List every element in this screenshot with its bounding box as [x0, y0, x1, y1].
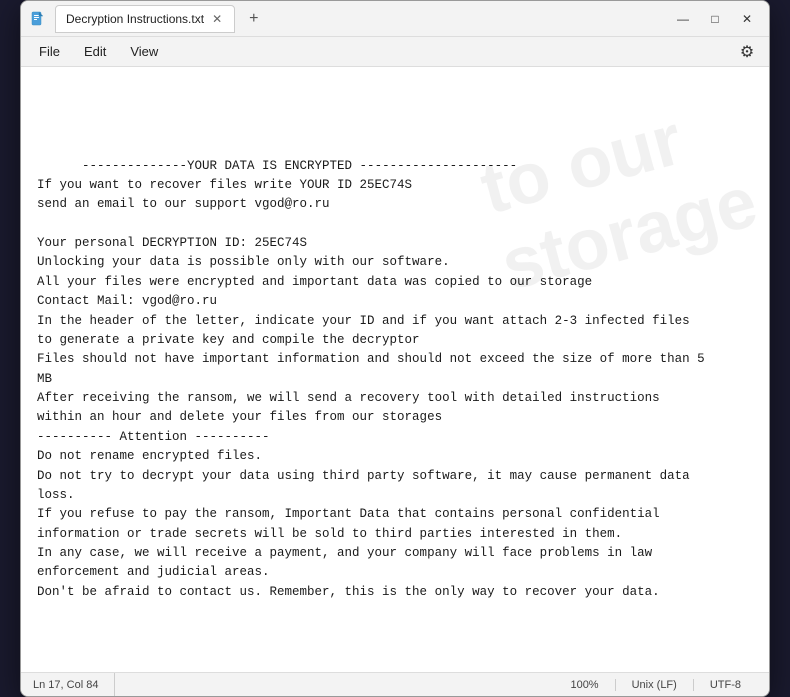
cursor-position: Ln 17, Col 84	[33, 673, 115, 696]
new-tab-btn[interactable]: +	[243, 10, 264, 28]
menu-edit[interactable]: Edit	[74, 40, 116, 63]
menu-bar-right: ⚙	[733, 38, 761, 66]
active-tab[interactable]: Decryption Instructions.txt ✕	[55, 5, 235, 33]
tab-title: Decryption Instructions.txt	[66, 12, 204, 26]
title-bar-left: Decryption Instructions.txt ✕ +	[29, 5, 669, 33]
editor-area[interactable]: to ourstorage --------------YOUR DATA IS…	[21, 67, 769, 672]
minimize-btn[interactable]: —	[669, 5, 697, 33]
maximize-btn[interactable]: □	[701, 5, 729, 33]
window-controls: — □ ✕	[669, 5, 761, 33]
menu-file[interactable]: File	[29, 40, 70, 63]
title-bar: Decryption Instructions.txt ✕ + — □ ✕	[21, 1, 769, 37]
encoding[interactable]: UTF-8	[694, 679, 757, 691]
notepad-window: Decryption Instructions.txt ✕ + — □ ✕ Fi…	[20, 0, 770, 697]
status-bar-right: 100% Unix (LF) UTF-8	[570, 679, 757, 691]
file-content: --------------YOUR DATA IS ENCRYPTED ---…	[37, 159, 705, 599]
menu-bar: File Edit View ⚙	[21, 37, 769, 67]
line-ending[interactable]: Unix (LF)	[616, 679, 694, 691]
status-bar: Ln 17, Col 84 100% Unix (LF) UTF-8	[21, 672, 769, 696]
file-icon	[29, 10, 47, 28]
menu-view[interactable]: View	[120, 40, 168, 63]
zoom-level[interactable]: 100%	[570, 679, 615, 691]
settings-icon[interactable]: ⚙	[733, 38, 761, 66]
close-btn[interactable]: ✕	[733, 5, 761, 33]
tab-close-btn[interactable]: ✕	[210, 12, 224, 26]
editor-content: --------------YOUR DATA IS ENCRYPTED ---…	[37, 137, 753, 621]
